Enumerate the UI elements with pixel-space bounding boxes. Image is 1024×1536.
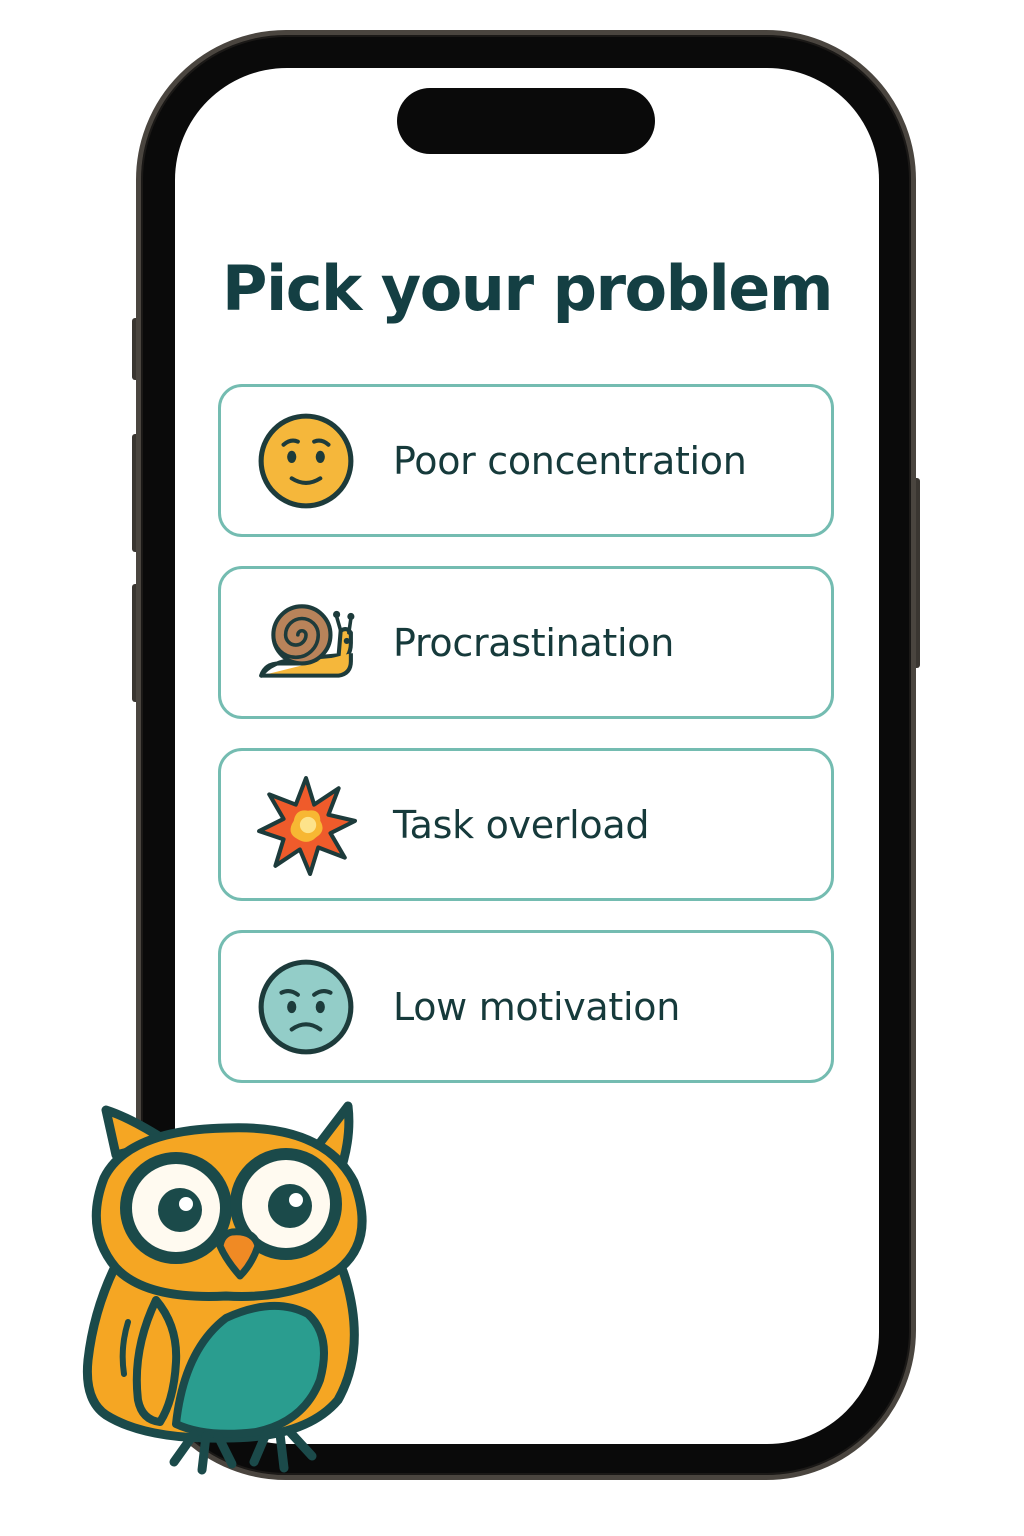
worried-face-icon: [255, 410, 357, 512]
option-label: Procrastination: [393, 620, 675, 665]
option-label: Low motivation: [393, 984, 680, 1029]
owl-mascot-icon: [82, 1101, 367, 1475]
option-label: Poor concentration: [393, 438, 747, 483]
dynamic-island: [397, 88, 655, 154]
page-title: Pick your problem: [222, 252, 833, 325]
snail-icon: [255, 592, 357, 694]
option-poor-concentration[interactable]: Poor concentration: [218, 384, 834, 537]
explosion-icon: [255, 774, 357, 876]
option-low-motivation[interactable]: Low motivation: [218, 930, 834, 1083]
option-procrastination[interactable]: Procrastination: [218, 566, 834, 719]
option-task-overload[interactable]: Task overload: [218, 748, 834, 901]
option-label: Task overload: [393, 802, 650, 847]
sad-face-icon: [255, 956, 357, 1058]
problem-options-list: Poor concentration Procrastination Task …: [218, 384, 834, 1112]
